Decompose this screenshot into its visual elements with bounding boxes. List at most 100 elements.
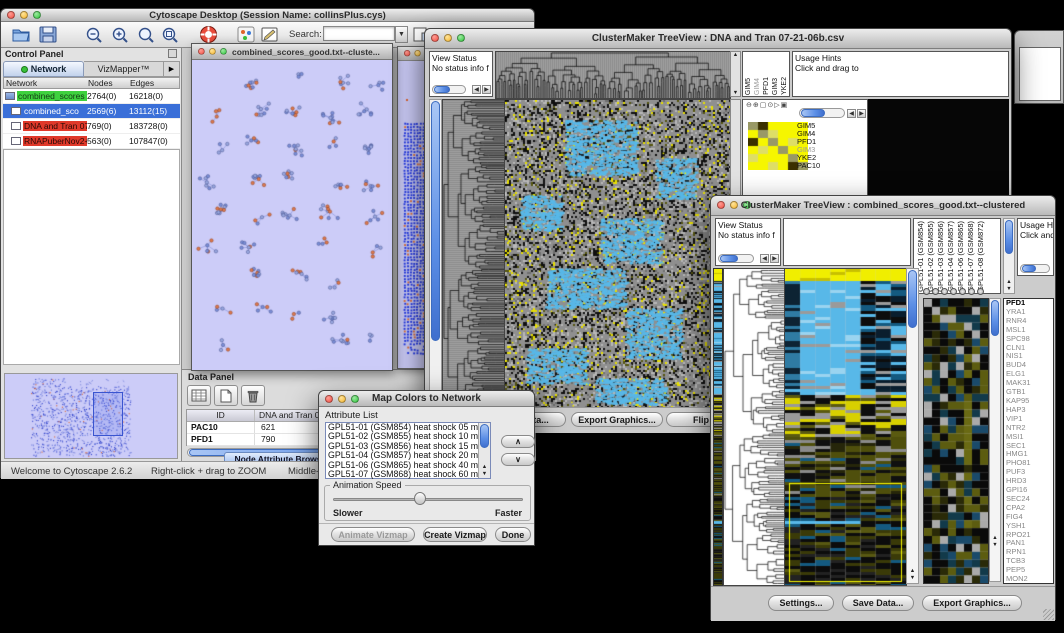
treeview1-titlebar[interactable]: ClusterMaker TreeView : DNA and Tran 07-… <box>425 29 1011 49</box>
tab-overflow-arrow[interactable]: ▶ <box>164 61 180 77</box>
zoom-tool-icon[interactable] <box>941 288 948 295</box>
create-vizmap-button[interactable]: Create Vizmap <box>423 527 487 542</box>
row-dendrogram-canvas[interactable] <box>723 268 786 586</box>
scroll-right-arrow[interactable]: ▶ <box>857 109 866 118</box>
gene-label[interactable]: PAC10 <box>797 162 820 170</box>
scroll-left-arrow[interactable]: ◀ <box>472 85 481 94</box>
annotation-icon[interactable] <box>261 26 280 43</box>
column-label[interactable]: GPL51-03 (GSM856) <box>936 221 945 292</box>
network-table-row[interactable]: combined_sco2569(6)13112(15) <box>3 104 180 119</box>
zoom-fit-icon[interactable] <box>137 26 155 44</box>
help-icon[interactable] <box>199 25 218 44</box>
column-label[interactable]: YKE2 <box>781 77 788 95</box>
save-icon[interactable] <box>39 26 57 43</box>
treeview2-titlebar[interactable]: ClusterMaker TreeView : combined_scores_… <box>711 196 1055 216</box>
search-input[interactable] <box>323 26 395 41</box>
zoom-tool-icon[interactable] <box>968 288 975 295</box>
zoom-selected-icon[interactable] <box>161 26 179 44</box>
zoom-heatmap-canvas[interactable] <box>923 298 989 584</box>
column-label[interactable]: GPL51-02 (GSM855) <box>926 221 935 292</box>
column-labels-vscrollbar[interactable]: ▲ ▼ <box>1003 218 1015 294</box>
column-tree-scrollbar[interactable]: ▲▼ <box>730 51 741 97</box>
save-data-button[interactable]: Save Data... <box>842 595 914 611</box>
minimize-button[interactable] <box>209 48 216 55</box>
column-dendrogram-area[interactable] <box>783 218 911 266</box>
zoom-tool-icon[interactable] <box>959 288 966 295</box>
network-canvas-1[interactable] <box>192 60 392 370</box>
delete-attribute-icon[interactable] <box>241 385 265 406</box>
zoom-tool-icon[interactable] <box>932 288 939 295</box>
column-label[interactable]: GIM4 <box>754 78 761 95</box>
speed-slider-thumb[interactable] <box>414 492 426 505</box>
control-panel-float-icon[interactable] <box>168 49 177 58</box>
main-titlebar[interactable]: Cytoscape Desktop (Session Name: collins… <box>1 9 534 22</box>
network-table-row[interactable]: DNA and Tran 07769(0)183728(0) <box>3 119 180 134</box>
zoom-tool-icon[interactable] <box>977 288 984 295</box>
move-up-button[interactable]: ∧ <box>501 435 535 448</box>
zoom-tool-icon[interactable] <box>923 288 930 295</box>
column-labels-panel: GIM5GIM4PFD1GIM3YKE2PAC10 <box>742 51 790 97</box>
network-overview-icon[interactable] <box>237 26 255 43</box>
search-dropdown-arrow[interactable]: ▼ <box>395 26 408 43</box>
column-dendrogram-canvas[interactable] <box>495 51 731 99</box>
network-table-row[interactable]: combined_scores2764(0)16218(0) <box>3 89 180 104</box>
export-graphics-button[interactable]: Export Graphics... <box>571 412 663 427</box>
overview-viewport-rect[interactable] <box>93 392 123 436</box>
attribute-listbox[interactable]: GPL51-01 (GSM854) heat shock 05 minGPL51… <box>325 422 491 479</box>
view-status-hscrollbar[interactable] <box>432 85 466 94</box>
export-graphics-button[interactable]: Export Graphics... <box>922 595 1022 611</box>
scroll-right-arrow[interactable]: ▶ <box>482 85 491 94</box>
animate-vizmap-button[interactable]: Animate Vizmap <box>331 527 415 542</box>
overview-canvas[interactable] <box>5 374 177 458</box>
view-status-hscrollbar[interactable] <box>718 254 754 263</box>
heatmap-vscroll-thumb[interactable] <box>908 270 917 328</box>
open-file-icon[interactable] <box>11 26 31 43</box>
attribute-list-vscrollbar[interactable]: ▲ ▼ <box>478 423 490 478</box>
column-label[interactable]: GPL51-08 (GSM872) <box>976 221 985 292</box>
zoom-toolbar-icons[interactable] <box>923 288 984 295</box>
network-table-header[interactable]: Network Nodes Edges <box>3 77 180 89</box>
scroll-right-arrow[interactable]: ▶ <box>770 254 779 263</box>
tab-vizmapper[interactable]: VizMapper™ <box>84 61 164 77</box>
zoom-button[interactable] <box>220 48 227 55</box>
attribute-item[interactable]: GPL51-07 (GSM868) heat shock 60 min <box>328 470 478 479</box>
row-dendrogram-canvas[interactable] <box>442 99 506 409</box>
settings-button[interactable]: Settings... <box>768 595 834 611</box>
zoom-in-icon[interactable] <box>111 26 129 44</box>
scroll-left-arrow[interactable]: ◀ <box>760 254 769 263</box>
row-vscrollbar[interactable]: ▲ ▼ <box>429 99 442 407</box>
zoom-vscrollbar[interactable]: ▲ ▼ <box>989 298 1001 582</box>
network-overview-panel[interactable] <box>4 373 178 459</box>
zoom-hscrollbar[interactable] <box>799 108 845 118</box>
network-list-empty-area[interactable] <box>3 149 180 365</box>
heatmap-canvas[interactable] <box>504 99 732 409</box>
dialog-titlebar[interactable]: Map Colors to Network <box>319 391 534 407</box>
column-label[interactable]: PFD1 <box>763 77 770 95</box>
column-label[interactable]: GPL51-07 (GSM868) <box>966 221 975 292</box>
tab-network[interactable]: Network <box>3 61 84 77</box>
heatmap-vscrollbar[interactable]: ▲ ▼ <box>906 268 919 584</box>
network-table-row[interactable]: RNAPuberNov2+I563(0)107847(0) <box>3 134 180 149</box>
column-label[interactable]: GIM3 <box>772 78 779 95</box>
move-down-button[interactable]: ∨ <box>501 453 535 466</box>
close-button[interactable] <box>198 48 205 55</box>
heatmap-canvas[interactable] <box>784 268 907 586</box>
done-button[interactable]: Done <box>495 527 531 542</box>
global-overview-strip[interactable] <box>713 268 723 586</box>
attr-scroll-thumb[interactable] <box>480 424 489 448</box>
gene-label[interactable]: MON2 <box>1006 575 1053 584</box>
zoom-tool-icon[interactable] <box>950 288 957 295</box>
speed-slider-track[interactable] <box>333 498 523 501</box>
attribute-select-icon[interactable] <box>187 385 211 406</box>
resize-grip[interactable] <box>1043 609 1054 620</box>
network-view-window-1: combined_scores_good.txt--cluste... <box>191 43 393 371</box>
zoom-toolbar-icons[interactable]: ⊖⊕▢⊙▷▣ <box>746 101 788 109</box>
usage-hscrollbar[interactable] <box>1020 264 1050 273</box>
column-label[interactable]: GIM5 <box>745 78 752 95</box>
zoom-out-icon[interactable] <box>85 26 103 44</box>
row-vscroll-thumb[interactable] <box>431 101 440 341</box>
column-label[interactable]: GPL51-06 (GSM865) <box>956 221 965 292</box>
column-label[interactable]: GPL51-04 (GSM857) <box>946 221 955 292</box>
scroll-left-arrow[interactable]: ◀ <box>847 109 856 118</box>
new-attribute-icon[interactable] <box>214 385 238 406</box>
